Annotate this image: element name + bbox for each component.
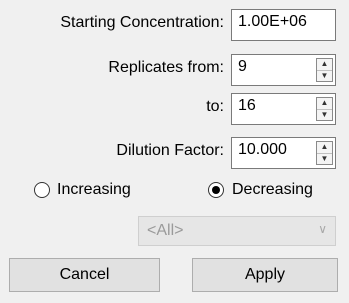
- spin-up-icon[interactable]: ▲: [317, 98, 332, 109]
- replicates-from-label: Replicates from:: [108, 59, 224, 76]
- replicates-from-spin[interactable]: ▲ ▼: [316, 58, 333, 82]
- spin-down-icon[interactable]: ▼: [317, 152, 332, 165]
- filter-dropdown: <All> ∨: [138, 216, 336, 246]
- chevron-down-icon: ∨: [318, 222, 327, 236]
- replicates-to-spin[interactable]: ▲ ▼: [316, 97, 333, 121]
- spin-down-icon[interactable]: ▼: [317, 69, 332, 82]
- dilution-factor-value: 10.000: [238, 141, 287, 158]
- dilution-factor-stepper[interactable]: 10.000 ▲ ▼: [231, 137, 336, 169]
- replicates-from-value: 9: [238, 58, 247, 75]
- spin-up-icon[interactable]: ▲: [317, 59, 332, 70]
- starting-concentration-value: 1.00E+06: [238, 13, 307, 30]
- filter-dropdown-value: <All>: [147, 222, 184, 239]
- decreasing-label[interactable]: Decreasing: [232, 181, 313, 199]
- spin-up-icon[interactable]: ▲: [317, 142, 332, 153]
- starting-concentration-label: Starting Concentration:: [60, 14, 224, 31]
- dilution-factor-spin[interactable]: ▲ ▼: [316, 141, 333, 165]
- dilution-factor-label: Dilution Factor:: [116, 142, 224, 159]
- decreasing-radio[interactable]: [208, 182, 224, 198]
- replicates-to-label: to:: [206, 98, 224, 115]
- spin-down-icon[interactable]: ▼: [317, 108, 332, 121]
- increasing-label[interactable]: Increasing: [57, 181, 131, 199]
- increasing-radio[interactable]: [34, 182, 50, 198]
- apply-button[interactable]: Apply: [192, 258, 338, 292]
- replicates-to-stepper[interactable]: 16 ▲ ▼: [231, 93, 336, 125]
- replicates-from-stepper[interactable]: 9 ▲ ▼: [231, 54, 336, 86]
- replicates-to-value: 16: [238, 97, 256, 114]
- starting-concentration-input[interactable]: 1.00E+06: [231, 9, 336, 41]
- cancel-button[interactable]: Cancel: [9, 258, 160, 292]
